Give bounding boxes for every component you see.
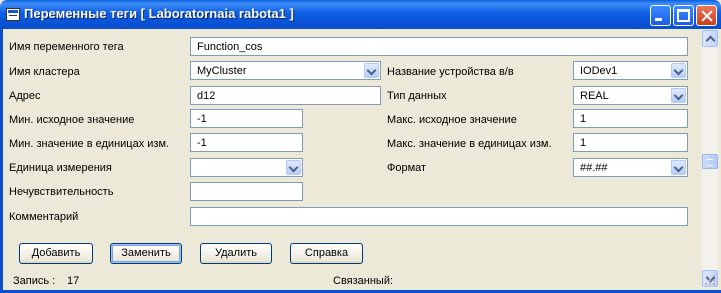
- add-button[interactable]: Добавить: [19, 243, 93, 264]
- chevron-down-icon[interactable]: [286, 160, 301, 175]
- chevron-down-icon[interactable]: [671, 160, 686, 175]
- data-type-combobox[interactable]: REAL: [573, 86, 688, 105]
- deadband-input[interactable]: [190, 182, 303, 201]
- io-device-value: IODev1: [580, 65, 618, 77]
- scroll-thumb[interactable]: [702, 154, 718, 169]
- chevron-down-icon[interactable]: [671, 88, 686, 103]
- tag-name-input[interactable]: Function_cos: [190, 37, 688, 56]
- data-type-value: REAL: [580, 90, 609, 102]
- title-bar[interactable]: Переменные теги [ Laboratornaia rabota1 …: [0, 0, 721, 29]
- record-value: 17: [67, 275, 80, 287]
- data-type-label: Тип данных: [387, 90, 447, 102]
- chevron-down-icon[interactable]: [671, 63, 686, 78]
- cluster-value: MyCluster: [197, 65, 247, 77]
- eng-min-input[interactable]: -1: [190, 133, 303, 152]
- chevron-down-icon[interactable]: [364, 63, 379, 78]
- format-combobox[interactable]: ##.##: [573, 158, 688, 177]
- raw-max-label: Макс. исходное значение: [387, 114, 517, 126]
- scroll-up-button[interactable]: [702, 30, 718, 47]
- io-device-label: Название устройства в/в: [387, 66, 514, 78]
- replace-button[interactable]: Заменить: [110, 243, 182, 264]
- format-label: Формат: [387, 162, 427, 174]
- record-label: Запись :: [13, 275, 56, 287]
- eng-min-label: Мин. значение в единицах изм.: [9, 138, 170, 150]
- cluster-combobox[interactable]: MyCluster: [190, 61, 381, 80]
- eng-units-label: Единица измерения: [9, 162, 112, 174]
- cluster-label: Имя кластера: [9, 66, 80, 78]
- raw-min-label: Мин. исходное значение: [9, 114, 135, 126]
- eng-max-label: Макс. значение в единицах изм.: [387, 138, 552, 150]
- resize-grip-icon[interactable]: [701, 271, 718, 288]
- deadband-label: Нечувствительность: [9, 186, 114, 198]
- raw-min-input[interactable]: -1: [190, 109, 303, 128]
- close-button[interactable]: [696, 5, 717, 26]
- comment-label: Комментарий: [9, 211, 79, 223]
- address-label: Адрес: [9, 90, 41, 102]
- window-frame-left: [0, 29, 3, 293]
- comment-input[interactable]: [190, 207, 688, 226]
- io-device-combobox[interactable]: IODev1: [573, 61, 688, 80]
- maximize-button[interactable]: [673, 5, 694, 26]
- eng-units-combobox[interactable]: [190, 158, 303, 177]
- raw-max-input[interactable]: 1: [573, 109, 688, 128]
- linked-label: Связанный:: [333, 275, 394, 287]
- address-input[interactable]: d12: [190, 86, 381, 105]
- vertical-scrollbar[interactable]: [701, 29, 718, 288]
- minimize-button[interactable]: [650, 5, 671, 26]
- window-title: Переменные теги [ Laboratornaia rabota1 …: [24, 6, 294, 21]
- delete-button[interactable]: Удалить: [200, 243, 272, 264]
- help-button[interactable]: Справка: [290, 243, 363, 264]
- format-value: ##.##: [580, 162, 608, 174]
- eng-max-input[interactable]: 1: [573, 133, 688, 152]
- app-icon[interactable]: [6, 8, 20, 21]
- tag-name-label: Имя переменного тега: [9, 41, 124, 53]
